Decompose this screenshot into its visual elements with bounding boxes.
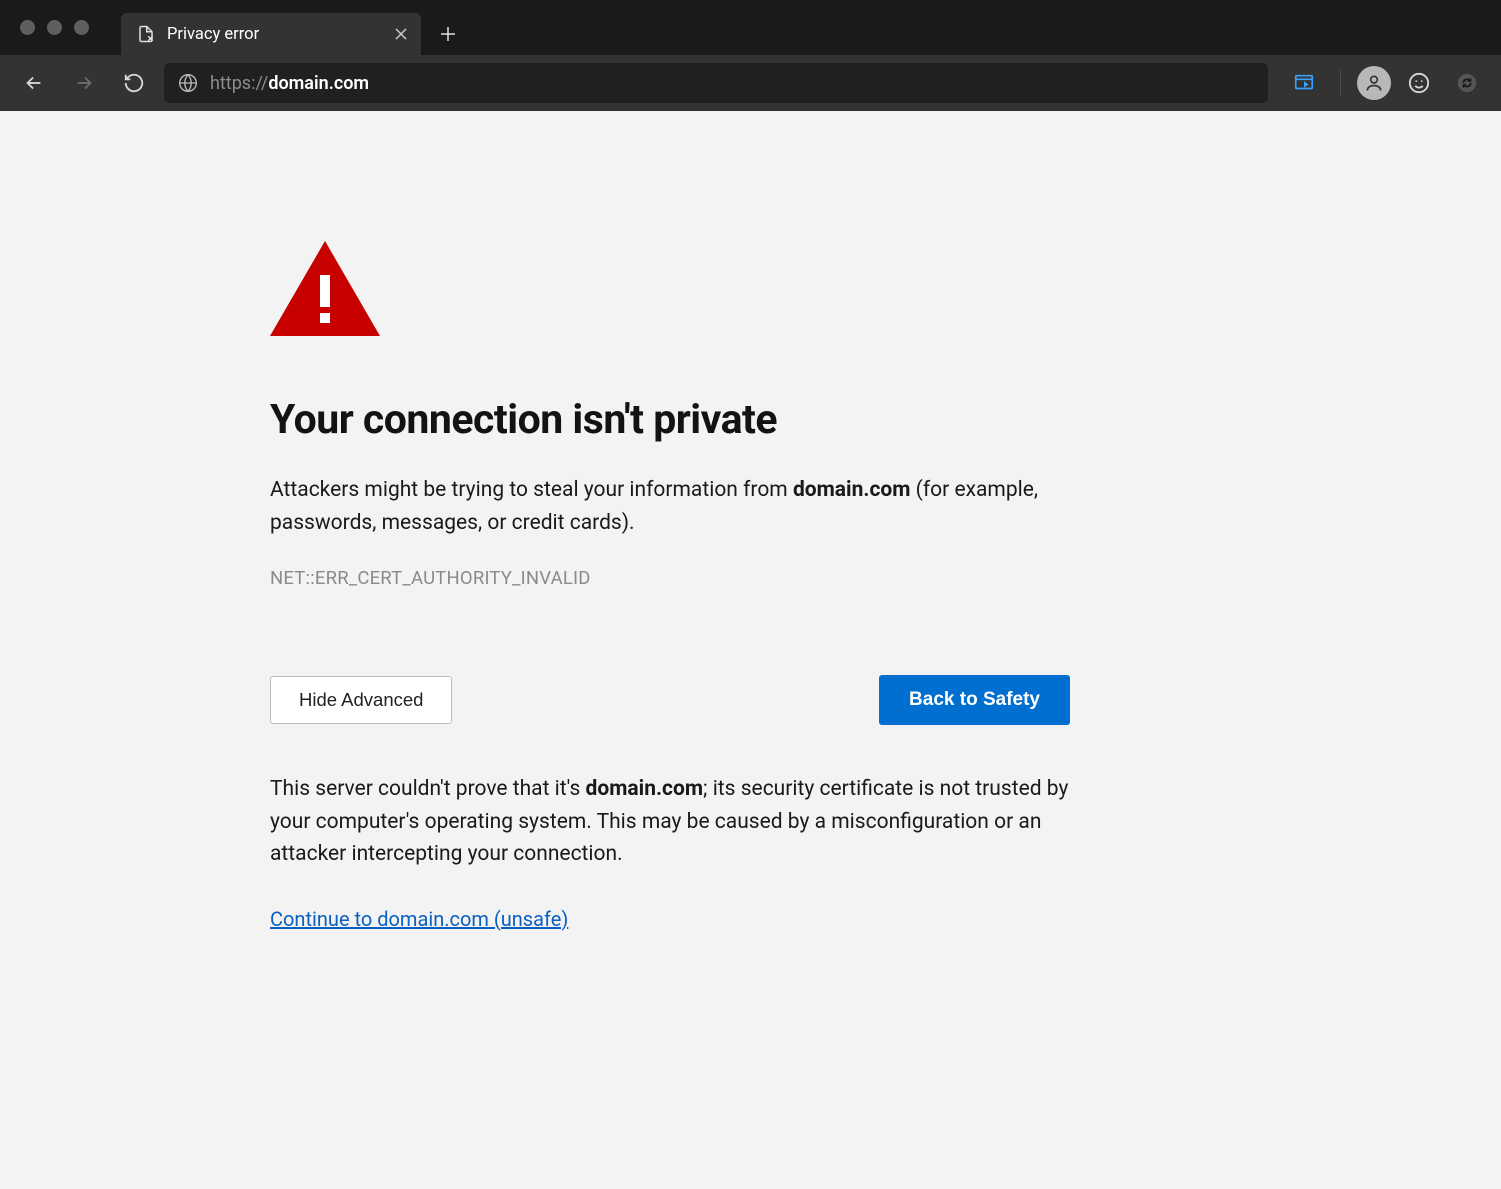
maximize-window-button[interactable] (74, 20, 89, 35)
close-tab-button[interactable] (393, 26, 409, 42)
browser-tab[interactable]: Privacy error (121, 13, 421, 55)
globe-icon (178, 73, 198, 93)
browser-chrome: Privacy error (0, 0, 1501, 111)
close-window-button[interactable] (20, 20, 35, 35)
minimize-window-button[interactable] (47, 20, 62, 35)
forward-button[interactable] (64, 63, 104, 103)
feedback-icon[interactable] (1399, 63, 1439, 103)
url-domain: domain.com (268, 73, 369, 94)
advanced-explanation-domain: domain.com (586, 777, 704, 801)
url-scheme: https:// (210, 73, 268, 94)
error-content: Your connection isn't private Attackers … (270, 241, 1070, 931)
error-title: Your connection isn't private (270, 396, 1070, 444)
refresh-button[interactable] (114, 63, 154, 103)
back-button[interactable] (14, 63, 54, 103)
tab-strip: Privacy error (0, 0, 1501, 55)
separator (1340, 70, 1341, 96)
error-description-pre: Attackers might be trying to steal your … (270, 478, 793, 502)
proceed-unsafe-link[interactable]: Continue to domain.com (unsafe) (270, 907, 568, 931)
error-description: Attackers might be trying to steal your … (270, 474, 1070, 539)
error-description-domain: domain.com (793, 478, 911, 502)
error-page: Your connection isn't private Attackers … (0, 111, 1501, 1189)
advanced-explanation: This server couldn't prove that it's dom… (270, 773, 1070, 871)
window-controls (14, 0, 121, 55)
tab-title: Privacy error (167, 25, 381, 44)
toolbar: https://domain.com (0, 55, 1501, 111)
url-text: https://domain.com (210, 73, 369, 94)
sync-icon[interactable] (1447, 63, 1487, 103)
page-error-icon (137, 25, 155, 43)
hide-advanced-button[interactable]: Hide Advanced (270, 676, 452, 724)
address-bar[interactable]: https://domain.com (164, 63, 1268, 103)
new-tab-button[interactable] (427, 13, 469, 55)
button-row: Hide Advanced Back to Safety (270, 675, 1070, 725)
back-to-safety-button[interactable]: Back to Safety (879, 675, 1070, 725)
error-code: NET::ERR_CERT_AUTHORITY_INVALID (270, 567, 1070, 589)
toolbar-right (1284, 63, 1487, 103)
tracking-prevention-icon[interactable] (1284, 63, 1324, 103)
warning-triangle-icon (270, 241, 1070, 340)
profile-button[interactable] (1357, 66, 1391, 100)
advanced-explanation-pre: This server couldn't prove that it's (270, 777, 586, 801)
